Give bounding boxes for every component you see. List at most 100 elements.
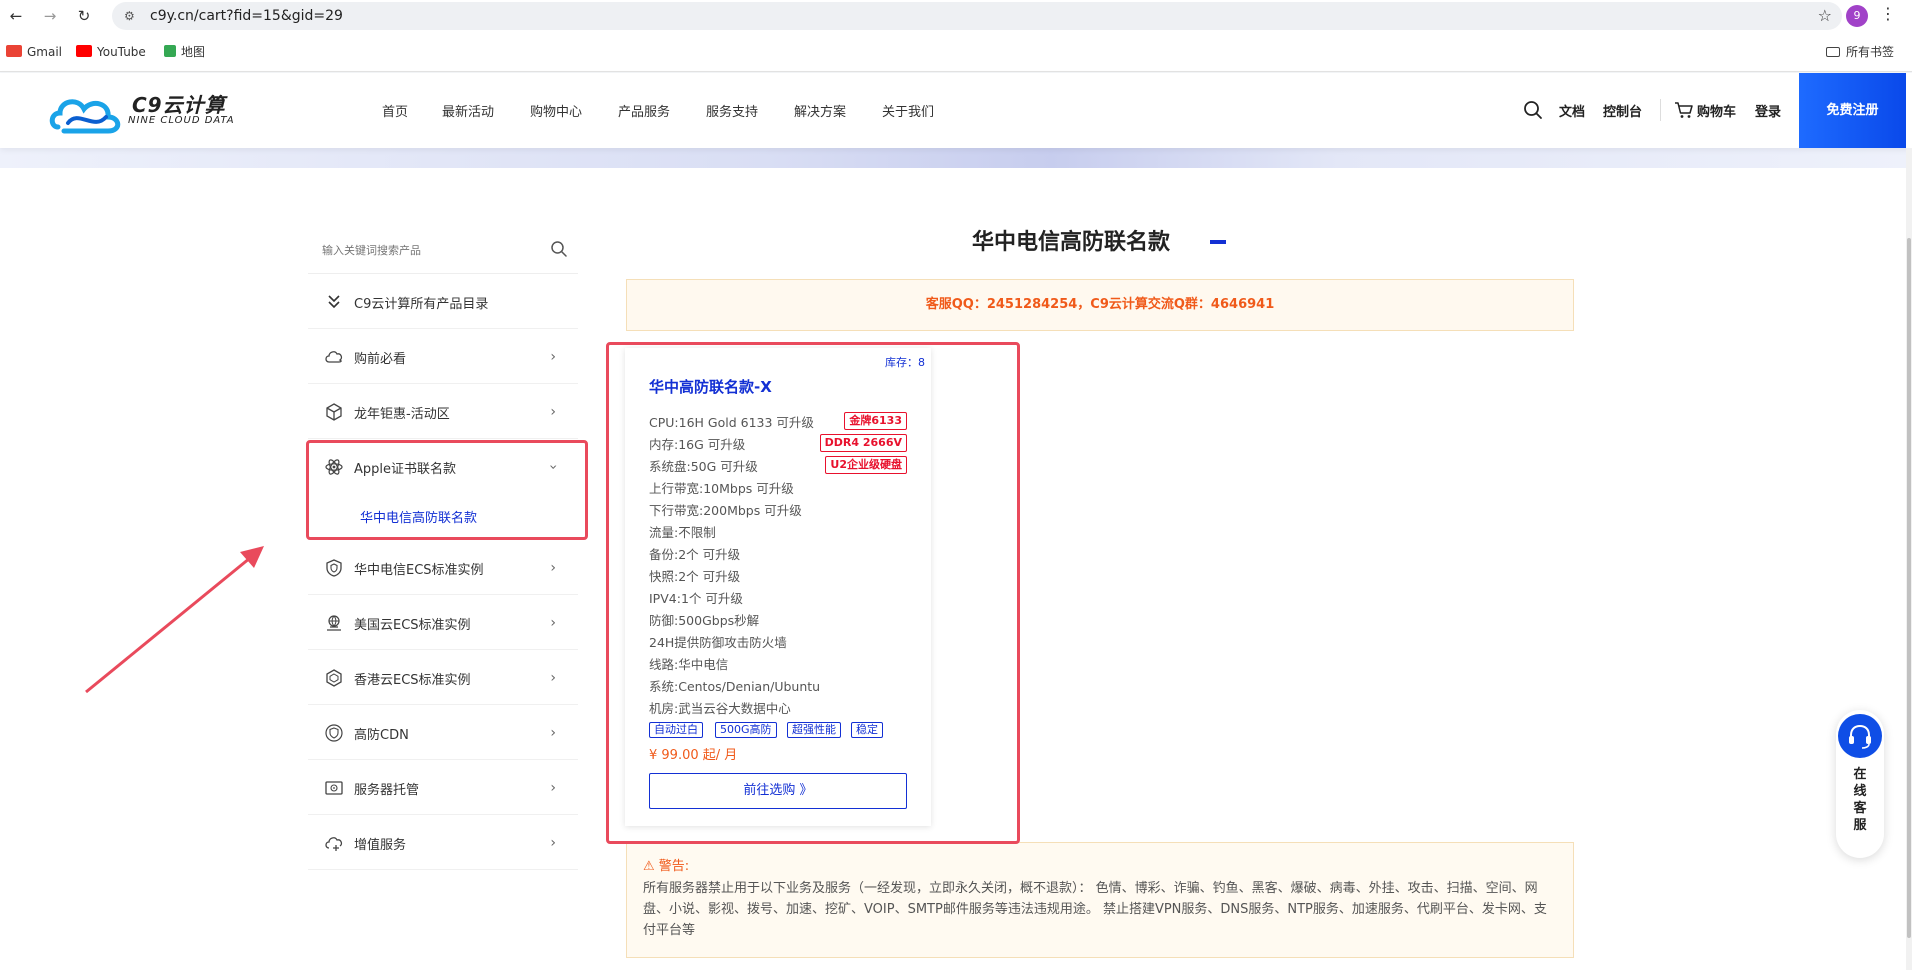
gmail-icon — [6, 45, 22, 57]
cart-link[interactable]: 购物车 — [1697, 101, 1736, 120]
nav-support[interactable]: 服务支持 — [706, 101, 758, 120]
all-bookmarks-label: 所有书签 — [1846, 45, 1895, 59]
reload-icon[interactable]: ↻ — [72, 4, 96, 28]
cdn-shield-icon — [325, 724, 343, 742]
header-divider — [1660, 99, 1661, 121]
sidebar-item-label: 华中电信ECS标准实例 — [354, 563, 484, 578]
url-text: c9y.cn/cart?fid=15&gid=29 — [150, 8, 343, 24]
sidebar-item-label: 增值服务 — [354, 838, 407, 853]
logo-en-text: NINE CLOUD DATA — [128, 115, 235, 126]
chevron-right-icon: › — [550, 835, 556, 851]
title-accent-bar — [1210, 240, 1226, 244]
banner-strip — [0, 148, 1912, 168]
bookmark-youtube[interactable]: YouTube — [76, 43, 146, 61]
scrollbar-thumb[interactable] — [1907, 238, 1911, 938]
profile-avatar[interactable]: 9 — [1846, 5, 1868, 27]
register-button[interactable]: 免费注册 — [1799, 73, 1906, 148]
chevron-right-icon: › — [550, 780, 556, 796]
server-icon — [325, 781, 343, 795]
nav-shopping[interactable]: 购物中心 — [530, 101, 582, 120]
warning-text: 所有服务器禁止用于以下业务及服务（一经发现，立即永久关闭，概不退款）： 色情、博… — [643, 881, 1547, 938]
sidebar-item-us-ecs[interactable]: 美国云ECS标准实例 › — [308, 595, 578, 650]
search-icon[interactable] — [1523, 100, 1543, 120]
page-title: 华中电信高防联名款 — [972, 230, 1171, 255]
browser-menu-icon[interactable]: ⋮ — [1880, 4, 1896, 23]
forward-arrow-icon[interactable]: → — [38, 4, 62, 28]
folder-icon — [1826, 47, 1840, 57]
sidebar-item-label: 服务器托管 — [354, 783, 420, 798]
bookmarks-bar: Gmail YouTube 地图 所有书签 — [0, 40, 1912, 64]
sidebar-item-label: 购前必看 — [354, 352, 407, 367]
highlight-box-sidebar — [306, 440, 588, 540]
address-row: ← → ↻ ⚙ c9y.cn/cart?fid=15&gid=29 ☆ 9 ⋮ — [0, 0, 1912, 32]
bookmark-label: Gmail — [27, 45, 63, 59]
chevron-right-icon: › — [550, 670, 556, 686]
maps-icon — [164, 45, 176, 57]
nav-home[interactable]: 首页 — [382, 101, 408, 120]
nav-activities[interactable]: 最新活动 — [442, 101, 494, 120]
back-arrow-icon[interactable]: ← — [4, 4, 28, 28]
site-settings-icon[interactable]: ⚙ — [124, 8, 140, 24]
nav-products[interactable]: 产品服务 — [618, 101, 670, 120]
cart-icon[interactable] — [1674, 101, 1694, 119]
address-bar[interactable]: ⚙ c9y.cn/cart?fid=15&gid=29 ☆ — [112, 2, 1842, 30]
search-icon[interactable] — [550, 240, 568, 258]
shield-icon — [326, 559, 342, 577]
hexagon-icon — [326, 669, 342, 687]
online-service-text: 在线客服 — [1853, 767, 1867, 833]
bookmark-star-icon[interactable]: ☆ — [1818, 6, 1832, 25]
nav-about[interactable]: 关于我们 — [882, 101, 934, 120]
warning-box: ⚠ 警告: 所有服务器禁止用于以下业务及服务（一经发现，立即永久关闭，概不退款）… — [626, 842, 1574, 958]
sidebar-item-value-added[interactable]: 增值服务 › — [308, 815, 578, 870]
console-link[interactable]: 控制台 — [1603, 101, 1642, 120]
chevron-right-icon: › — [550, 560, 556, 576]
docs-link[interactable]: 文档 — [1559, 101, 1585, 120]
youtube-icon — [76, 45, 92, 57]
product-search-input[interactable] — [322, 240, 542, 260]
sidebar-catalog[interactable]: C9云计算所有产品目录 — [308, 274, 578, 329]
double-chevron-down-icon — [328, 295, 340, 309]
sidebar-item-activity[interactable]: 龙年钜惠-活动区 › — [308, 384, 578, 439]
logo-cn-text: C9云计算 — [132, 93, 226, 117]
sidebar-item-label: 龙年钜惠-活动区 — [354, 407, 450, 422]
main-content: C9云计算所有产品目录 购前必看 › 龙年钜惠-活动区 › — [0, 168, 1912, 970]
login-link[interactable]: 登录 — [1755, 101, 1781, 120]
contact-notice: 客服QQ：2451284254，C9云计算交流Q群：4646941 — [626, 279, 1574, 331]
headset-icon — [1838, 714, 1882, 758]
chevron-right-icon: › — [550, 725, 556, 741]
warning-title: ⚠ 警告: — [643, 859, 690, 874]
nav-solutions[interactable]: 解决方案 — [794, 101, 846, 120]
sidebar-catalog-label: C9云计算所有产品目录 — [354, 297, 489, 312]
online-service-label: 在线客服 — [1836, 766, 1884, 834]
browser-chrome: ← → ↻ ⚙ c9y.cn/cart?fid=15&gid=29 ☆ 9 ⋮ … — [0, 0, 1912, 72]
bookmark-maps[interactable]: 地图 — [164, 43, 205, 61]
annotation-arrow-icon — [85, 546, 264, 694]
product-sidebar: C9云计算所有产品目录 购前必看 › 龙年钜惠-活动区 › — [308, 226, 578, 970]
bookmark-label: 地图 — [181, 45, 206, 59]
online-service-widget[interactable]: 在线客服 — [1836, 710, 1884, 858]
sidebar-search — [308, 226, 578, 274]
cloud-plus-icon — [325, 837, 343, 851]
cube-icon — [326, 403, 342, 421]
page-scrollbar[interactable] — [1906, 148, 1912, 970]
sidebar-item-hosting[interactable]: 服务器托管 › — [308, 760, 578, 815]
site-header: C9云计算 NINE CLOUD DATA 首页 最新活动 购物中心 产品服务 … — [0, 73, 1912, 148]
cloud-icon — [325, 351, 343, 363]
globe-server-icon — [327, 615, 341, 631]
highlight-box-card — [606, 342, 1020, 844]
sidebar-item-before-purchase[interactable]: 购前必看 › — [308, 329, 578, 384]
chevron-right-icon: › — [550, 349, 556, 365]
bookmark-gmail[interactable]: Gmail — [6, 43, 62, 61]
sidebar-item-huazhong-ecs[interactable]: 华中电信ECS标准实例 › — [308, 540, 578, 595]
chevron-right-icon: › — [550, 404, 556, 420]
sidebar-item-label: 香港云ECS标准实例 — [354, 673, 471, 688]
cloud-logo-icon — [49, 99, 121, 134]
site-logo[interactable]: C9云计算 NINE CLOUD DATA — [48, 87, 238, 137]
all-bookmarks[interactable]: 所有书签 — [1826, 43, 1894, 61]
sidebar-item-label: 高防CDN — [354, 728, 409, 743]
bookmark-label: YouTube — [97, 45, 146, 59]
sidebar-item-label: 美国云ECS标准实例 — [354, 618, 471, 633]
sidebar-item-hk-ecs[interactable]: 香港云ECS标准实例 › — [308, 650, 578, 705]
chevron-right-icon: › — [550, 615, 556, 631]
sidebar-item-cdn[interactable]: 高防CDN › — [308, 705, 578, 760]
